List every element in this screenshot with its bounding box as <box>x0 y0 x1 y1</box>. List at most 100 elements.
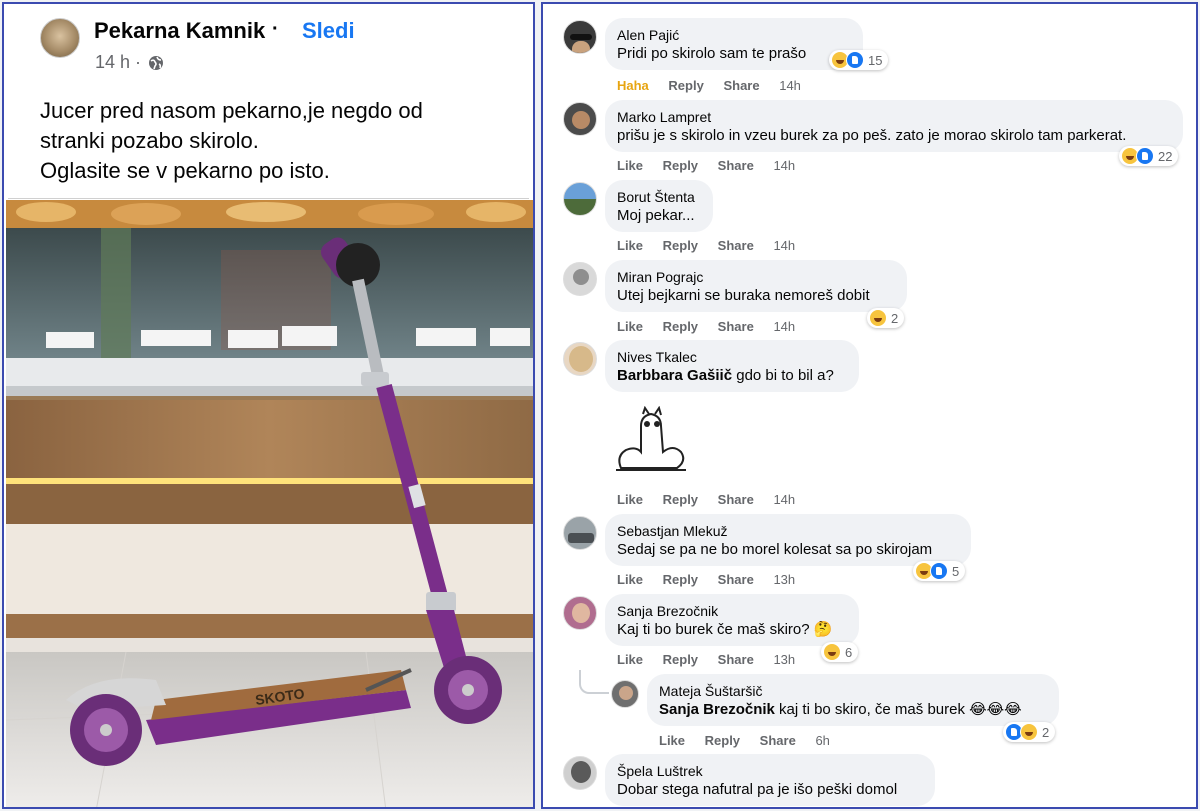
comment-bubble: Špela Luštrek Dobar stega nafutral pa je… <box>605 754 935 806</box>
follow-button[interactable]: Sledi <box>302 18 355 44</box>
comment-text: Pridi po skirolo sam te prašo <box>617 45 807 62</box>
comment-author[interactable]: Alen Pajić <box>617 26 849 44</box>
mention-link[interactable]: Barbbara Gašiič <box>617 367 732 384</box>
reaction-summary[interactable]: 22 <box>1119 146 1179 166</box>
cat-sticker[interactable] <box>611 406 691 476</box>
comment-text: kaj ti bo skiro, če maš burek 😂😂😂 <box>774 701 1022 718</box>
comment-author[interactable]: Sanja Brezočnik <box>617 602 845 620</box>
like-icon <box>930 562 948 580</box>
comment-text: Dobar stega nafutral pa je išo peški dom… <box>617 781 898 798</box>
comment-author[interactable]: Marko Lampret <box>617 108 1169 126</box>
reaction-count: 2 <box>1042 724 1050 740</box>
share-button[interactable]: Share <box>718 572 754 587</box>
haha-icon <box>823 643 841 661</box>
comment-bubble: Nives Tkalec Barbbara Gašiič gdo bi to b… <box>605 340 859 392</box>
comment-author[interactable]: Sebastjan Mlekuž <box>617 522 957 540</box>
post-timestamp[interactable]: 14 h · <box>95 52 141 73</box>
comment-bubble: Mateja Šuštaršič Sanja Brezočnik kaj ti … <box>647 674 1059 726</box>
post-header: Pekarna Kamnik · Sledi 14 h · <box>40 16 520 76</box>
comment-actions: Like Reply Share 13h <box>617 572 811 587</box>
avatar[interactable] <box>563 516 597 550</box>
comment-time[interactable]: 13h <box>773 572 795 587</box>
avatar[interactable] <box>563 596 597 630</box>
comment-text: Utej bejkarni se buraka nemoreš dobit <box>617 287 870 304</box>
avatar[interactable] <box>563 102 597 136</box>
comment-bubble: Sanja Brezočnik Kaj ti bo burek če maš s… <box>605 594 859 646</box>
reply-button[interactable]: Reply <box>663 652 698 667</box>
reply-button[interactable]: Reply <box>663 319 698 334</box>
comment-bubble: Miran Pograjc Utej bejkarni se buraka ne… <box>605 260 907 312</box>
avatar[interactable] <box>563 20 597 54</box>
avatar[interactable] <box>563 182 597 216</box>
share-button[interactable]: Share <box>723 78 759 93</box>
post-panel: Pekarna Kamnik · Sledi 14 h · Jucer pred… <box>2 2 535 809</box>
comment-text: Sedaj se pa ne bo morel kolesat sa po sk… <box>617 541 933 558</box>
divider <box>8 198 529 199</box>
like-button[interactable]: Like <box>617 238 643 253</box>
like-button[interactable]: Like <box>617 652 643 667</box>
comment-author[interactable]: Mateja Šuštaršič <box>659 682 1045 700</box>
reaction-count: 6 <box>845 644 853 660</box>
share-button[interactable]: Share <box>718 319 754 334</box>
reply-button[interactable]: Reply <box>663 238 698 253</box>
comment-time[interactable]: 14h <box>779 78 801 93</box>
share-button[interactable]: Share <box>718 652 754 667</box>
reaction-count: 15 <box>868 52 883 68</box>
share-button[interactable]: Share <box>718 158 754 173</box>
avatar[interactable] <box>563 262 597 296</box>
reaction-summary[interactable]: 5 <box>913 561 966 581</box>
comment-text: Moj pekar... <box>617 207 695 224</box>
like-button[interactable]: Like <box>617 572 643 587</box>
globe-icon <box>149 56 163 70</box>
share-button[interactable]: Share <box>718 238 754 253</box>
comment-bubble: Borut Štenta Moj pekar... <box>605 180 713 232</box>
avatar[interactable] <box>611 680 639 708</box>
comment-time[interactable]: 6h <box>815 733 829 748</box>
mention-link[interactable]: Sanja Brezočnik <box>659 701 775 718</box>
haha-icon <box>1020 723 1038 741</box>
page-avatar[interactable] <box>40 18 80 58</box>
post-text-line: Oglasite se v pekarno po isto. <box>40 158 330 183</box>
kick-scooter-photo: SKOTO <box>6 200 533 807</box>
share-button[interactable]: Share <box>718 492 754 507</box>
comment-actions: Like Reply Share 14h <box>617 319 811 334</box>
comment-author[interactable]: Nives Tkalec <box>617 348 845 366</box>
post-text-line: Jucer pred nasom pekarno,je negdo od <box>40 98 423 123</box>
comment-time[interactable]: 14h <box>773 492 795 507</box>
reply-button[interactable]: Reply <box>663 572 698 587</box>
reply-button[interactable]: Reply <box>663 158 698 173</box>
reply-button[interactable]: Reply <box>705 733 740 748</box>
like-button[interactable]: Like <box>617 158 643 173</box>
comment-author[interactable]: Špela Luštrek <box>617 762 921 780</box>
reaction-summary[interactable]: 6 <box>821 642 859 662</box>
comment-time[interactable]: 14h <box>773 238 795 253</box>
comment-bubble: Alen Pajić Pridi po skirolo sam te prašo <box>605 18 863 70</box>
comment-time[interactable]: 14h <box>773 319 795 334</box>
like-button[interactable]: Like <box>617 492 643 507</box>
post-text: Jucer pred nasom pekarno,je negdo od str… <box>40 96 510 186</box>
comment-author[interactable]: Miran Pograjc <box>617 268 893 286</box>
reply-button[interactable]: Reply <box>668 78 703 93</box>
share-button[interactable]: Share <box>760 733 796 748</box>
like-button[interactable]: Like <box>659 733 685 748</box>
reply-button[interactable]: Reply <box>663 492 698 507</box>
like-icon <box>846 51 864 69</box>
comment-author[interactable]: Borut Štenta <box>617 188 699 206</box>
page-name[interactable]: Pekarna Kamnik <box>94 18 265 44</box>
separator-dot: · <box>272 18 279 40</box>
comment-actions: Like Reply Share 14h <box>617 158 811 173</box>
avatar[interactable] <box>563 342 597 376</box>
comment-actions: Like Reply Share 13h <box>617 652 811 667</box>
like-button[interactable]: Like <box>617 319 643 334</box>
comment-time[interactable]: 13h <box>773 652 795 667</box>
reaction-summary[interactable]: 2 <box>1003 722 1056 742</box>
reaction-summary[interactable]: 15 <box>829 50 889 70</box>
avatar[interactable] <box>563 756 597 790</box>
comment-text: prišu je s skirolo in vzeu burek za po p… <box>617 127 1127 144</box>
reaction-count: 22 <box>1158 148 1173 164</box>
comment-time[interactable]: 14h <box>773 158 795 173</box>
reaction-haha-button[interactable]: Haha <box>617 78 649 93</box>
post-photo[interactable]: SKOTO <box>6 200 533 807</box>
reaction-summary[interactable]: 2 <box>867 308 905 328</box>
comment-actions: Like Reply Share 6h <box>659 733 846 748</box>
